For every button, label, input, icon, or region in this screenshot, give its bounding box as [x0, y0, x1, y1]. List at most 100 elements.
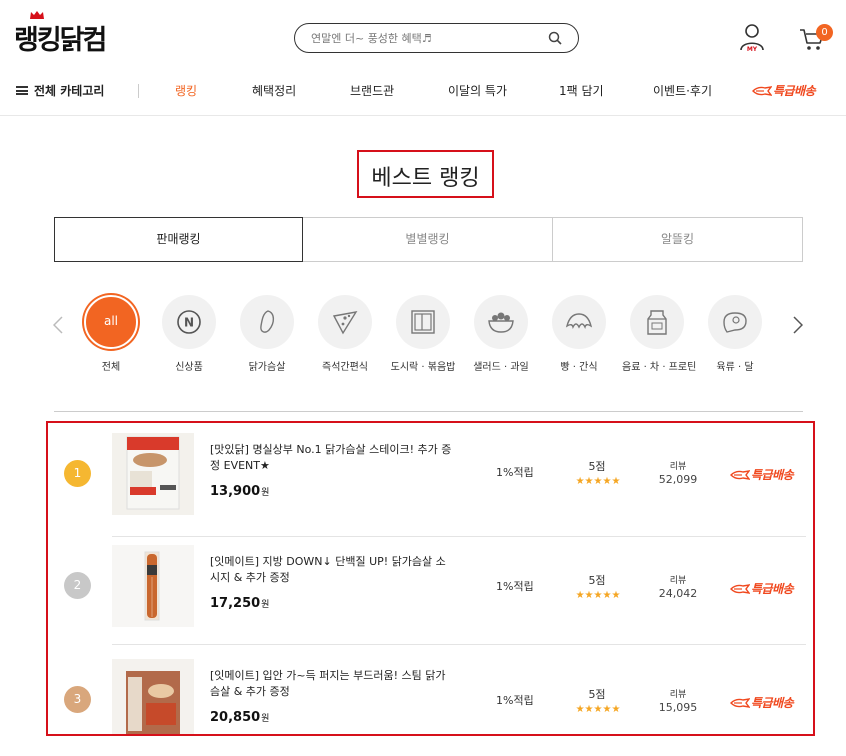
- review-label: 리뷰: [669, 462, 687, 472]
- all-categories-label: 전체 카테고리: [34, 84, 105, 98]
- category-all[interactable]: all 전체: [78, 295, 146, 373]
- price-value: 20,850: [210, 710, 261, 725]
- menu-icon: [16, 86, 28, 95]
- nav-express-delivery[interactable]: 특급배송: [752, 82, 816, 99]
- point-rate: 1%적립: [496, 580, 534, 593]
- sausage-package-image: [112, 545, 194, 627]
- header: 랭킹닭컴 MY 0 전체 카테고리 랭킹 혜택정리 브랜드관 이달의 특가 1팩…: [0, 0, 846, 116]
- category-salad[interactable]: 샐러드 · 과일: [466, 295, 536, 373]
- nav-item-events-reviews[interactable]: 이벤트·후기: [653, 82, 712, 99]
- rating-stars: ★★★★★: [575, 590, 621, 601]
- category-instant-food[interactable]: 즉석간편식: [310, 295, 380, 373]
- tab-sales-ranking[interactable]: 판매랭킹: [54, 217, 303, 262]
- category-label: 닭가슴살: [248, 362, 286, 373]
- logo-text: 랭킹닭컴: [14, 25, 107, 56]
- review-count[interactable]: 52,099: [651, 473, 705, 486]
- category-label: 전체: [101, 362, 121, 373]
- category-label: 음료 · 차 · 프로틴: [622, 362, 697, 373]
- express-delivery-label: 특급배송: [751, 696, 794, 710]
- price-currency: 원: [261, 600, 270, 610]
- search-bar[interactable]: [294, 23, 579, 53]
- rating-score: 5점: [588, 688, 606, 701]
- salad-icon: [474, 295, 528, 349]
- rating-stars: ★★★★★: [575, 704, 621, 715]
- nav-item-brands[interactable]: 브랜드관: [350, 82, 394, 99]
- category-chicken-breast[interactable]: 닭가슴살: [232, 295, 302, 373]
- express-delivery-label: 특급배송: [751, 468, 794, 482]
- cart-count-badge: 0: [816, 24, 833, 41]
- my-page-icon[interactable]: MY: [738, 22, 766, 52]
- category-meat[interactable]: 육류 · 달: [700, 295, 770, 373]
- chevron-right-icon[interactable]: [793, 316, 803, 334]
- tab-star-ranking[interactable]: 별별랭킹: [302, 217, 553, 262]
- point-rate: 1%적립: [496, 466, 534, 479]
- category-list: all 전체 N 신상품 닭가슴살 즉석간편식 도시락 · 볶음밥 샐러드 · …: [78, 290, 773, 380]
- steak-package-image: [112, 433, 194, 515]
- express-delivery-label: 특급배송: [773, 84, 816, 98]
- category-label: 신상품: [175, 362, 203, 373]
- product-name[interactable]: [맛있닭] 명실상부 No.1 닭가슴살 스테이크! 추가 증정 EVENT★: [210, 442, 455, 474]
- main-nav: 전체 카테고리 랭킹 혜택정리 브랜드관 이달의 특가 1팩 담기 이벤트·후기…: [0, 80, 846, 102]
- new-icon-text: N: [184, 316, 194, 330]
- lunchbox-icon: [396, 295, 450, 349]
- search-icon[interactable]: [548, 31, 562, 45]
- category-label: 육류 · 달: [716, 362, 754, 373]
- nav-item-ranking[interactable]: 랭킹: [175, 82, 197, 99]
- list-item[interactable]: 3 [잇메이트] 입안 가~득 퍼지는 부드러움! 스팀 닭가슴살 & 추가 증…: [48, 645, 813, 734]
- express-delivery-label: 특급배송: [751, 582, 794, 596]
- product-image[interactable]: [112, 659, 194, 734]
- steam-chicken-package-image: [112, 659, 194, 734]
- express-delivery-badge: 특급배송: [730, 580, 794, 597]
- rating-score: 5점: [588, 460, 606, 473]
- nav-item-monthly-deals[interactable]: 이달의 특가: [448, 82, 507, 99]
- list-item[interactable]: 2 [잇메이트] 지방 DOWN↓ 단백질 UP! 닭가슴살 소시지 & 추가 …: [48, 531, 813, 645]
- express-delivery-icon: [730, 470, 750, 480]
- milk-carton-icon: [630, 295, 684, 349]
- all-icon-text: all: [103, 314, 119, 328]
- product-price: 17,250원: [210, 596, 269, 611]
- product-image[interactable]: [112, 433, 194, 515]
- price-currency: 원: [261, 714, 270, 724]
- my-label: MY: [747, 46, 758, 52]
- new-icon: N: [162, 295, 216, 349]
- category-new[interactable]: N 신상품: [154, 295, 224, 373]
- product-name[interactable]: [잇메이트] 입안 가~득 퍼지는 부드러움! 스팀 닭가슴살 & 추가 증정: [210, 668, 455, 700]
- list-item[interactable]: 1 [맛있닭] 명실상부 No.1 닭가슴살 스테이크! 추가 증정 EVENT…: [48, 423, 813, 537]
- rank-badge: 2: [64, 572, 91, 599]
- tab-budget-king[interactable]: 알뜰킹: [552, 217, 803, 262]
- price-value: 13,900: [210, 484, 261, 499]
- site-logo[interactable]: 랭킹닭컴: [14, 11, 107, 57]
- point-rate: 1%적립: [496, 694, 534, 707]
- nav-item-benefits[interactable]: 혜택정리: [252, 82, 296, 99]
- page-title-box: 베스트 랭킹: [357, 150, 494, 198]
- review-label: 리뷰: [669, 576, 687, 586]
- review-label: 리뷰: [669, 690, 687, 700]
- category-label: 즉석간편식: [322, 362, 368, 373]
- search-input[interactable]: [311, 30, 531, 46]
- pizza-icon: [318, 295, 372, 349]
- all-icon: all: [84, 295, 138, 349]
- category-lunchbox[interactable]: 도시락 · 볶음밥: [388, 295, 458, 373]
- all-categories-button[interactable]: 전체 카테고리: [16, 82, 104, 99]
- express-delivery-badge: 특급배송: [730, 694, 794, 711]
- review-count[interactable]: 15,095: [651, 701, 705, 714]
- express-delivery-icon: [730, 698, 750, 708]
- express-delivery-icon: [730, 584, 750, 594]
- price-currency: 원: [261, 488, 270, 498]
- chicken-breast-icon: [240, 295, 294, 349]
- product-name[interactable]: [잇메이트] 지방 DOWN↓ 단백질 UP! 닭가슴살 소시지 & 추가 증정: [210, 554, 455, 586]
- chevron-left-icon[interactable]: [53, 316, 63, 334]
- express-delivery-badge: 특급배송: [730, 466, 794, 483]
- croissant-icon: [552, 295, 606, 349]
- category-bread-snack[interactable]: 빵 · 간식: [544, 295, 614, 373]
- section-divider: [54, 411, 803, 412]
- rank-badge: 1: [64, 460, 91, 487]
- category-drinks[interactable]: 음료 · 차 · 프로틴: [622, 295, 697, 373]
- category-carousel: all 전체 N 신상품 닭가슴살 즉석간편식 도시락 · 볶음밥 샐러드 · …: [0, 290, 846, 380]
- product-image[interactable]: [112, 545, 194, 627]
- product-price: 13,900원: [210, 484, 269, 499]
- crown-icon: [30, 11, 44, 19]
- nav-item-one-pack[interactable]: 1팩 담기: [559, 82, 604, 99]
- rank-badge: 3: [64, 686, 91, 713]
- review-count[interactable]: 24,042: [651, 587, 705, 600]
